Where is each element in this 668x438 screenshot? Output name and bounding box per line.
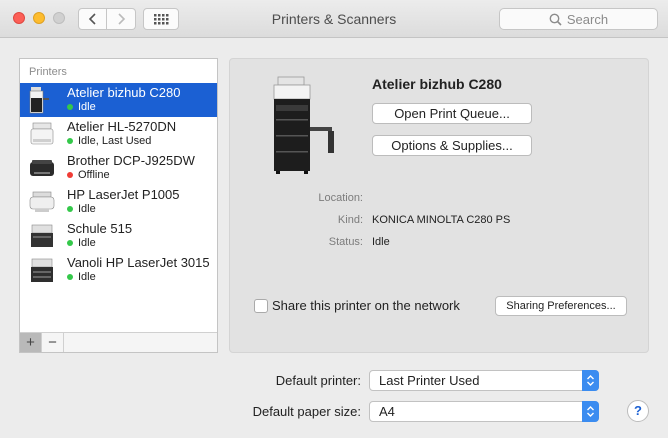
printer-name: Brother DCP-J925DW	[67, 153, 195, 168]
default-paper-size-popup[interactable]: A4	[369, 401, 599, 422]
kind-label: Kind:	[337, 214, 363, 226]
status-dot-icon	[67, 172, 73, 178]
popup-arrows-icon	[582, 370, 599, 391]
copier-icon	[29, 87, 49, 114]
popup-arrows-icon	[582, 401, 599, 422]
copier-image-icon	[273, 76, 334, 174]
search-field[interactable]: Search	[499, 8, 658, 30]
status-label: Status:	[328, 236, 363, 248]
default-printer-label: Default printer:	[275, 373, 361, 388]
printer-item-brother-dcp-j925dw[interactable]: Brother DCP-J925DW Offline	[20, 151, 217, 185]
printer-item-atelier-bizhub-c280[interactable]: Atelier bizhub C280 Idle	[20, 83, 217, 117]
printer-item-vanoli-hp-laserjet-3015[interactable]: Vanoli HP LaserJet 3015 Idle	[20, 253, 217, 287]
laser-printer-icon	[29, 191, 55, 212]
printer-title: Atelier bizhub C280	[372, 76, 502, 92]
printer-item-atelier-hl-5270dn[interactable]: Atelier HL-5270DN Idle, Last Used	[20, 117, 217, 151]
printers-scanners-window: Printers & Scanners Search Printers Atel…	[0, 0, 668, 438]
help-button[interactable]: ?	[627, 400, 649, 422]
printer-status: Offline	[67, 169, 217, 181]
printer-name: Atelier bizhub C280	[67, 85, 181, 100]
printer-status-text: Idle	[78, 271, 96, 283]
search-icon	[549, 13, 562, 26]
status-dot-icon	[67, 274, 73, 280]
inkjet-printer-icon	[30, 160, 54, 176]
printer-item-schule-515[interactable]: Schule 515 Idle	[20, 219, 217, 253]
status-value: Idle	[372, 236, 390, 248]
default-paper-size-value: A4	[379, 404, 395, 419]
printer-status-text: Idle	[78, 237, 96, 249]
printer-status: Idle	[67, 101, 217, 113]
printer-list: Printers Atelier bizhub C280 Idle Atelie…	[19, 58, 218, 353]
printer-status: Idle	[67, 271, 217, 283]
status-dot-icon	[67, 138, 73, 144]
kind-value: KONICA MINOLTA C280 PS	[372, 214, 511, 226]
printer-status: Idle	[67, 203, 217, 215]
remove-printer-button[interactable]: −	[42, 333, 64, 352]
search-placeholder: Search	[566, 11, 609, 27]
laser-printer-icon	[31, 224, 53, 247]
sharing-preferences-button[interactable]: Sharing Preferences...	[495, 296, 627, 316]
printer-status-text: Offline	[78, 169, 110, 181]
printer-list-toolbar: + −	[20, 332, 217, 352]
default-printer-popup[interactable]: Last Printer Used	[369, 370, 599, 391]
status-dot-icon	[67, 240, 73, 246]
printer-status-text: Idle, Last Used	[78, 135, 152, 147]
printer-name: Vanoli HP LaserJet 3015	[67, 255, 210, 270]
share-printer-label[interactable]: Share this printer on the network	[272, 298, 460, 313]
add-printer-button[interactable]: +	[20, 333, 42, 352]
printer-status: Idle, Last Used	[67, 135, 217, 147]
printer-detail-panel: Atelier bizhub C280 Open Print Queue... …	[229, 58, 649, 353]
status-dot-icon	[67, 104, 73, 110]
open-print-queue-button[interactable]: Open Print Queue...	[372, 103, 532, 124]
title-bar: Printers & Scanners Search	[0, 0, 668, 38]
printer-name: Atelier HL-5270DN	[67, 119, 177, 134]
laser-printer-icon	[30, 122, 54, 145]
status-dot-icon	[67, 206, 73, 212]
printer-status-text: Idle	[78, 203, 96, 215]
printer-status: Idle	[67, 237, 217, 249]
default-printer-value: Last Printer Used	[379, 373, 480, 388]
printer-status-text: Idle	[78, 101, 96, 113]
printer-name: Schule 515	[67, 221, 133, 236]
laser-printer-icon	[31, 258, 53, 282]
printer-name: HP LaserJet P1005	[67, 187, 180, 202]
printer-list-header: Printers	[29, 66, 67, 78]
location-label: Location:	[318, 192, 363, 204]
default-paper-size-label: Default paper size:	[252, 404, 361, 419]
share-printer-checkbox[interactable]	[254, 299, 268, 313]
options-supplies-button[interactable]: Options & Supplies...	[372, 135, 532, 156]
printer-item-hp-laserjet-p1005[interactable]: HP LaserJet P1005 Idle	[20, 185, 217, 219]
